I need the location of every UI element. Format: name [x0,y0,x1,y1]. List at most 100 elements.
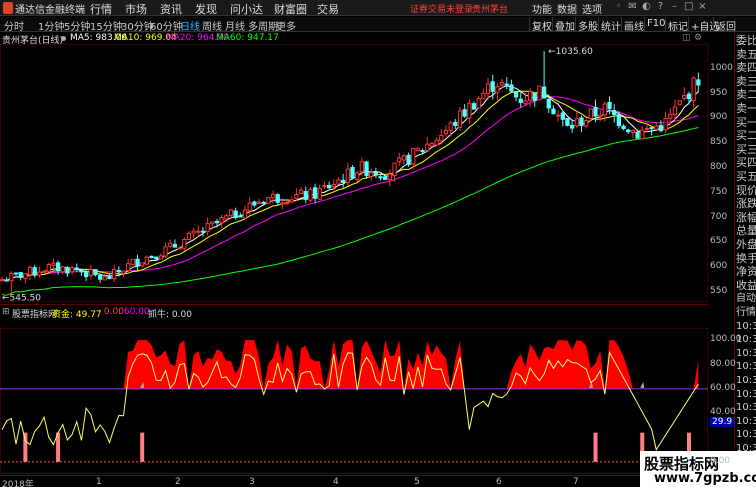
candle-body [588,108,593,119]
indicator-tick-label: 40.00 [710,407,736,418]
mark-button[interactable]: 标记 [665,17,690,33]
candle-body [186,233,192,240]
menu-caifuquan[interactable]: 财富圈 [274,1,307,17]
side-panel-item: 收益 [736,278,756,292]
back-button[interactable]: 返回 [713,17,738,33]
candle [79,269,84,276]
candle-body [635,131,640,139]
user-icon[interactable]: ◦ [614,2,623,12]
candle [532,92,537,107]
candle [355,170,360,183]
menu-faxian[interactable]: 发现 [195,1,217,17]
candle [612,104,617,123]
candle [168,239,173,248]
candle [570,119,575,133]
period-weekly[interactable]: 周线 [202,18,222,33]
side-panel-item: 10:31 [736,388,756,400]
fund-value: 资金: 49.77 [52,310,102,320]
period-multi[interactable]: 多周期 [248,18,278,33]
menu-shichang[interactable]: 市场 [125,1,147,17]
candle-body [355,172,360,181]
candle [397,152,402,166]
candlestick-chart[interactable]: ←1035.60 ←545.50 [0,44,708,302]
period-monthly[interactable]: 月线 [225,18,245,33]
panel-toggle-icon[interactable]: ◫ [682,33,691,43]
candle-body [696,79,701,86]
candle-body [644,127,650,130]
draw-line-button[interactable]: 画线 [621,17,646,33]
mail-icon[interactable]: ✉ [628,2,637,12]
expand-icon[interactable]: ⊞ [2,307,10,317]
candle-body [499,81,505,86]
skin-icon[interactable]: ◐ [642,2,651,12]
menu-zixun[interactable]: 资讯 [160,1,182,17]
candle-body [9,272,14,282]
candle-body [345,168,350,184]
indicator-v3: 抓牛: 0.00 [148,310,192,320]
candle-body [626,129,631,133]
period-1min[interactable]: 1分钟 [38,18,64,33]
period-30min[interactable]: 30分钟 [121,18,154,33]
stats-button[interactable]: 统计 [598,17,623,33]
period-60min[interactable]: 60分钟 [150,18,183,33]
candle-body [420,150,425,153]
candle-body [411,148,416,165]
candle-body [448,122,453,132]
candle-body [41,270,47,273]
side-panel-item: 卖一 [736,102,756,115]
candle [60,265,65,275]
candle-body [177,247,182,250]
login-status[interactable]: 证券交易未登录 [410,2,473,15]
menu-jiaoyi[interactable]: 交易 [317,1,339,17]
candle-body [336,179,341,185]
candle [266,197,271,205]
candle-body [612,110,617,116]
menu-xuanxiang[interactable]: 选项 [582,1,602,16]
side-panel-item: 买三 [736,142,756,156]
fund-indicator-chart[interactable] [0,328,708,474]
indicator-name[interactable]: 股票指标网 [12,307,57,320]
help-icon[interactable]: ? [656,2,665,12]
candle-body [303,191,308,200]
period-fenshi[interactable]: 分时 [4,18,24,33]
candle-body [546,98,551,109]
menu-wenxiaoda[interactable]: 问小达 [230,1,263,17]
candle [443,125,449,137]
period-more[interactable]: 更多 [276,18,296,33]
minimize-icon[interactable]: – [670,2,679,12]
period-15min[interactable]: 15分钟 [90,18,123,33]
f10-button[interactable]: F10 [644,17,667,31]
maximize-icon[interactable]: □ [684,2,693,12]
menu-gongneng[interactable]: 功能 [532,1,552,16]
overlay-button[interactable]: 叠加 [552,17,577,33]
candle [27,265,33,280]
candle-body [196,230,201,233]
candle-body [401,155,407,161]
candle-body [116,269,121,273]
candle-body [163,246,168,257]
period-daily[interactable]: 日线 [180,18,200,33]
settings-icon[interactable]: ⚙ [694,33,702,43]
candle-body [55,262,61,272]
candle-body [532,92,537,101]
candle [196,225,201,237]
fuquan-button[interactable]: 复权 [529,17,554,33]
candle-body [46,264,51,273]
candle-body [490,81,495,92]
menu-shuju[interactable]: 数据 [557,1,577,16]
multi-stock-button[interactable]: 多股 [575,17,600,33]
candle [682,87,687,101]
period-5min[interactable]: 5分钟 [64,18,90,33]
menu-hangqing[interactable]: 行情 [90,1,112,17]
side-panel-item: 涨跌 [736,197,756,211]
candle-body [69,267,75,273]
close-icon[interactable]: × [698,2,707,12]
candle-body [149,255,154,258]
candle [686,91,692,105]
candle [481,88,486,100]
candle [298,187,304,194]
candle-body [210,221,215,225]
candle-body [79,269,84,273]
candle [565,117,570,127]
candle-body [574,118,579,127]
